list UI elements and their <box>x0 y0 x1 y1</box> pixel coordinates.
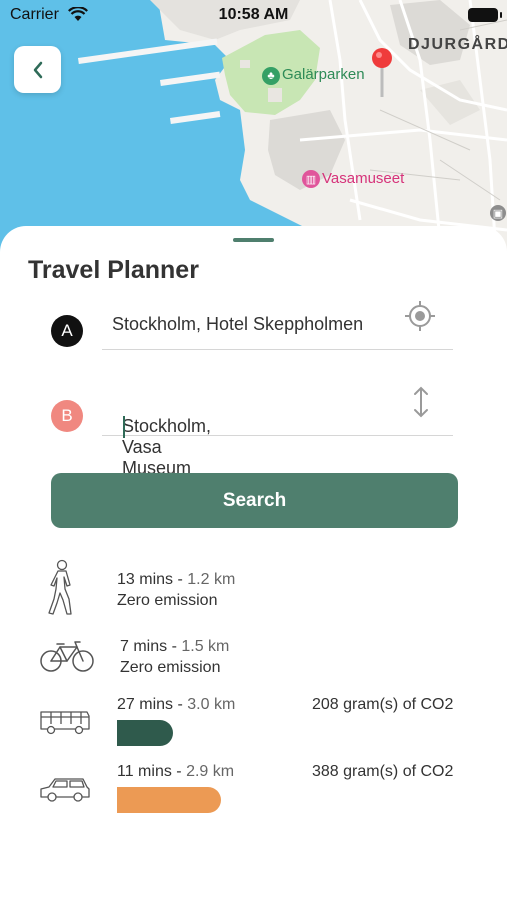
museum-label: Vasamuseet <box>322 170 405 187</box>
bike-emission: Zero emission <box>120 659 221 676</box>
locate-button[interactable] <box>403 299 437 333</box>
bus-separator: - <box>173 696 188 713</box>
destination-field[interactable]: Stockholm, Vasa Museum <box>102 384 453 478</box>
page-title: Travel Planner <box>28 256 199 284</box>
car-icon <box>40 778 90 802</box>
park-label: Galärparken <box>282 66 365 83</box>
bike-summary: 7 mins - 1.5 km <box>120 638 229 656</box>
travel-planner-sheet: Travel Planner A Stockholm, Hotel Skepph… <box>0 226 507 900</box>
map-pin-icon[interactable] <box>371 47 393 99</box>
bike-separator: - <box>167 638 182 655</box>
crosshair-icon <box>405 301 435 331</box>
back-button[interactable] <box>14 46 61 93</box>
sheet-drag-handle[interactable] <box>233 238 274 242</box>
bus-icon <box>40 711 90 735</box>
swap-button[interactable] <box>407 384 435 420</box>
bike-distance: 1.5 km <box>181 638 230 655</box>
origin-value[interactable]: Stockholm, Hotel Skeppholmen <box>112 314 363 335</box>
lock-poi-icon: ▣ <box>490 205 506 221</box>
car-emission: 388 gram(s) of CO2 <box>312 763 454 780</box>
swap-vertical-icon <box>414 386 428 418</box>
walk-distance: 1.2 km <box>187 571 236 588</box>
museum-poi-icon[interactable]: ▥ <box>302 170 320 188</box>
bicycle-icon <box>40 641 94 672</box>
text-caret <box>123 416 125 438</box>
bus-summary: 27 mins - 3.0 km <box>117 696 235 714</box>
destination-text: Stockholm, Vasa Museum <box>122 416 212 478</box>
bus-co2-bar <box>117 720 173 746</box>
car-co2-bar <box>117 787 221 813</box>
origin-field[interactable]: Stockholm, Hotel Skeppholmen <box>102 298 453 350</box>
bus-distance: 3.0 km <box>187 696 236 713</box>
origin-badge: A <box>51 315 83 347</box>
walk-summary: 13 mins - 1.2 km <box>117 571 235 589</box>
bus-emission: 208 gram(s) of CO2 <box>312 696 454 713</box>
destination-badge: B <box>51 400 83 432</box>
bus-time: 27 mins <box>117 696 174 713</box>
search-button[interactable]: Search <box>51 473 458 528</box>
clock: 10:58 AM <box>218 6 289 23</box>
car-time: 11 mins <box>117 763 172 780</box>
status-bar: Carrier 10:58 AM <box>0 0 507 32</box>
walk-time: 13 mins <box>117 571 174 588</box>
battery-icon <box>468 8 502 22</box>
chevron-left-icon <box>33 61 42 78</box>
walking-person-icon <box>48 559 72 615</box>
park-poi-icon[interactable]: ♣ <box>262 67 280 85</box>
bike-time: 7 mins <box>120 638 168 655</box>
car-distance: 2.9 km <box>186 763 235 780</box>
car-summary: 11 mins - 2.9 km <box>117 763 234 781</box>
car-separator: - <box>171 763 187 780</box>
district-label: DJURGÅRDE <box>408 36 507 53</box>
walk-separator: - <box>173 571 188 588</box>
walk-emission: Zero emission <box>117 592 218 609</box>
